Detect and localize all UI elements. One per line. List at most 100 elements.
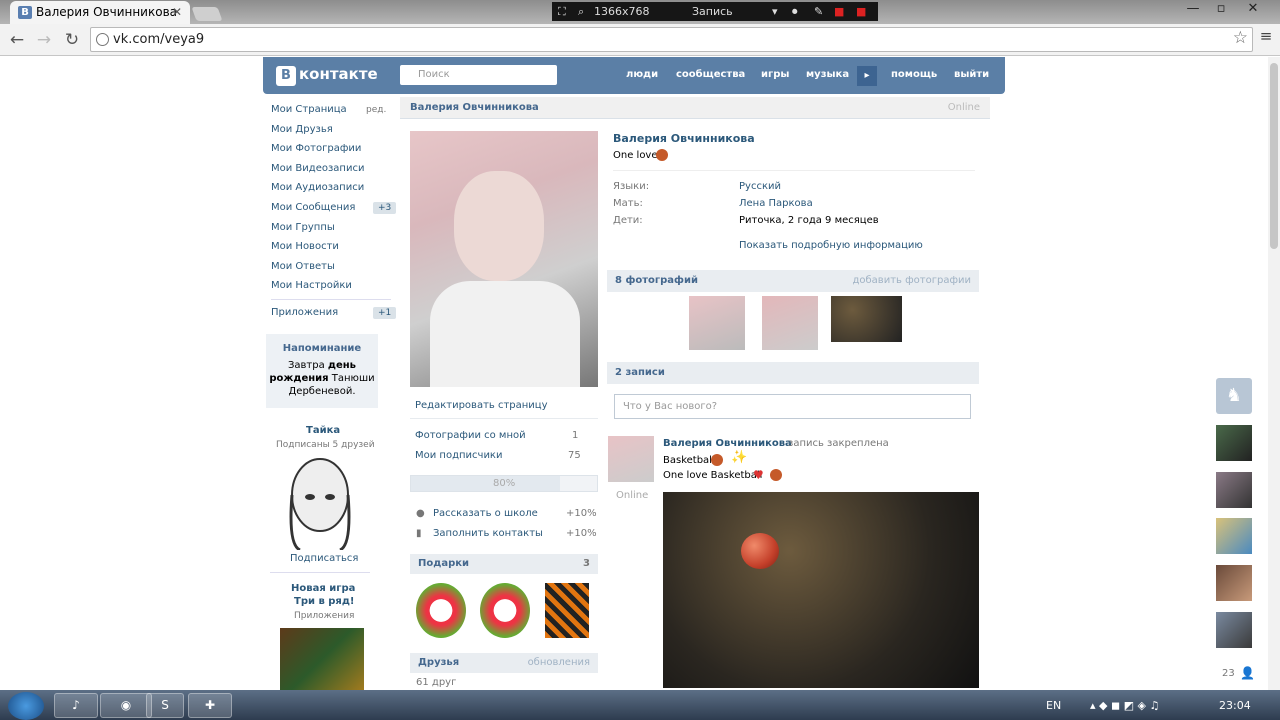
taskbar-chrome-icon[interactable]: ◉: [100, 693, 152, 718]
taskbar-skype-icon[interactable]: S: [146, 693, 184, 718]
browser-menu-icon[interactable]: ≡: [1258, 27, 1274, 45]
close-tab-icon[interactable]: ✕: [172, 1, 182, 24]
menu-news[interactable]: Мои Новости: [271, 241, 339, 252]
profile-avatar[interactable]: [410, 131, 598, 387]
post-author-name[interactable]: Валерия Овчинникова: [663, 438, 792, 449]
nav-more-button[interactable]: ▸: [857, 66, 877, 86]
online-friends-count[interactable]: 23: [1222, 668, 1235, 679]
reminder-line2: Танюши: [331, 373, 375, 384]
photos-with-me-link[interactable]: Фотографии со мной: [415, 430, 526, 441]
menu-messages[interactable]: Мои Сообщения: [271, 202, 355, 213]
friends-header[interactable]: Друзья обновления: [410, 653, 598, 673]
fullscreen-icon[interactable]: ⛶: [558, 2, 566, 21]
maximize-button[interactable]: ▫: [1208, 1, 1234, 19]
scrollbar-track[interactable]: [1268, 57, 1280, 690]
menu-answers[interactable]: Мои Ответы: [271, 261, 335, 272]
post-author-avatar[interactable]: [608, 436, 654, 482]
gift-ribbon[interactable]: [545, 583, 589, 638]
info-val-2: Риточка, 2 года 9 месяцев: [739, 215, 879, 226]
pencil-icon[interactable]: ✎: [814, 2, 823, 21]
browser-toolbar: ← → ↻ vk.com/veya9 ☆ ≡: [0, 24, 1280, 56]
friend-avatar-2[interactable]: [1216, 472, 1252, 508]
start-button-icon[interactable]: [8, 692, 44, 720]
gift-2[interactable]: [480, 583, 530, 638]
nav-communities[interactable]: сообщества: [676, 69, 745, 80]
nav-logout[interactable]: выйти: [954, 69, 989, 80]
taskbar-speaker-icon[interactable]: ♪: [54, 693, 98, 718]
info-val-0[interactable]: Русский: [739, 181, 781, 192]
promo-name[interactable]: Тайка: [306, 425, 340, 436]
forward-icon[interactable]: →: [33, 30, 55, 50]
clock[interactable]: 23:04: [1219, 699, 1251, 712]
reminder-box[interactable]: Напоминание Завтра день рождения Танюши …: [266, 334, 378, 408]
nav-people[interactable]: люди: [626, 69, 658, 80]
photos-header[interactable]: 8 фотографий добавить фотографии: [607, 270, 979, 292]
subscribe-link[interactable]: Подписаться: [290, 553, 358, 564]
nav-games[interactable]: игры: [761, 69, 789, 80]
subscribers-link[interactable]: Мои подписчики: [415, 450, 502, 461]
menu-audio[interactable]: Мои Аудиозаписи: [271, 182, 364, 193]
menu-apps[interactable]: Приложения: [271, 307, 338, 318]
fill-contacts-link[interactable]: Заполнить контакты: [433, 528, 543, 539]
pause-icon[interactable]: ■: [834, 2, 844, 21]
edit-page-link[interactable]: Редактировать страницу: [415, 400, 548, 411]
photo-thumb-2[interactable]: [762, 296, 818, 350]
browser-tab[interactable]: В Валерия Овчинникова ✕: [10, 1, 190, 24]
close-window-button[interactable]: ✕: [1240, 1, 1266, 19]
menu-edit-link[interactable]: ред.: [366, 105, 386, 115]
reload-icon[interactable]: ↻: [61, 30, 83, 50]
game-thumbnail[interactable]: [280, 628, 364, 690]
dropdown-icon[interactable]: ▾: [772, 2, 778, 21]
photo-thumb-3[interactable]: [831, 296, 902, 342]
dog-avatar-icon[interactable]: ♞: [1216, 378, 1252, 414]
reminder-title: Напоминание: [282, 343, 362, 354]
camera-icon[interactable]: ⏺: [792, 2, 798, 21]
vk-search-input[interactable]: Поиск: [400, 65, 557, 85]
tell-school-link[interactable]: Рассказать о школе: [433, 508, 538, 519]
gifts-header[interactable]: Подарки 3: [410, 554, 598, 574]
menu-settings[interactable]: Мои Настройки: [271, 280, 352, 291]
new-tab-button[interactable]: [191, 7, 223, 21]
wall-post-input[interactable]: Что у Вас нового?: [614, 394, 971, 419]
nav-help[interactable]: помощь: [891, 69, 937, 80]
messages-badge[interactable]: +3: [373, 202, 397, 214]
menu-my-page[interactable]: Мои Страница: [271, 104, 347, 115]
vk-logo[interactable]: Вконтакте: [276, 65, 378, 86]
apps-badge[interactable]: +1: [373, 307, 397, 319]
friends-updates-link[interactable]: обновления: [528, 653, 590, 673]
friend-avatar-3[interactable]: [1216, 518, 1252, 554]
bookmark-star-icon[interactable]: ☆: [1233, 28, 1248, 48]
stop-icon[interactable]: ■: [856, 2, 866, 21]
show-more-info-link[interactable]: Показать подробную информацию: [739, 240, 923, 251]
tray-icons[interactable]: ▴ ◆ ◼ ◩ ◈ ♫: [1090, 699, 1159, 712]
post-line-1: Basketball: [663, 455, 715, 466]
add-photos-link[interactable]: добавить фотографии: [852, 270, 971, 292]
friend-avatar-1[interactable]: [1216, 425, 1252, 461]
address-bar[interactable]: vk.com/veya9: [90, 27, 1253, 52]
info-val-1[interactable]: Лена Паркова: [739, 198, 813, 209]
menu-groups[interactable]: Мои Группы: [271, 222, 335, 233]
game-title-1[interactable]: Новая игра: [291, 583, 355, 594]
menu-friends[interactable]: Мои Друзья: [271, 124, 333, 135]
lang-indicator[interactable]: EN: [1046, 699, 1061, 712]
menu-videos[interactable]: Мои Видеозаписи: [271, 163, 364, 174]
friend-avatar-4[interactable]: [1216, 565, 1252, 601]
magnifier-icon[interactable]: ⌕: [578, 2, 584, 21]
game-title-2[interactable]: Три в ряд!: [294, 596, 355, 607]
taskbar-app-icon[interactable]: ✚: [188, 693, 232, 718]
menu-photos[interactable]: Мои Фотографии: [271, 143, 361, 154]
promo-drawing-avatar[interactable]: [280, 455, 360, 550]
page-info-icon[interactable]: [96, 33, 109, 46]
profile-status[interactable]: One love: [613, 150, 658, 161]
back-icon[interactable]: ←: [6, 30, 28, 50]
wall-header[interactable]: 2 записи: [607, 362, 979, 384]
photo-thumb-1[interactable]: [689, 296, 745, 350]
gift-1[interactable]: [416, 583, 466, 638]
post-image[interactable]: [663, 492, 979, 688]
scrollbar-thumb[interactable]: [1270, 63, 1278, 249]
profile-bar: Валерия Овчинникова Online: [400, 97, 990, 119]
minimize-button[interactable]: —: [1180, 1, 1206, 19]
recorder-resolution[interactable]: 1366x768: [594, 2, 650, 21]
friend-avatar-5[interactable]: [1216, 612, 1252, 648]
nav-music[interactable]: музыка: [806, 69, 849, 80]
